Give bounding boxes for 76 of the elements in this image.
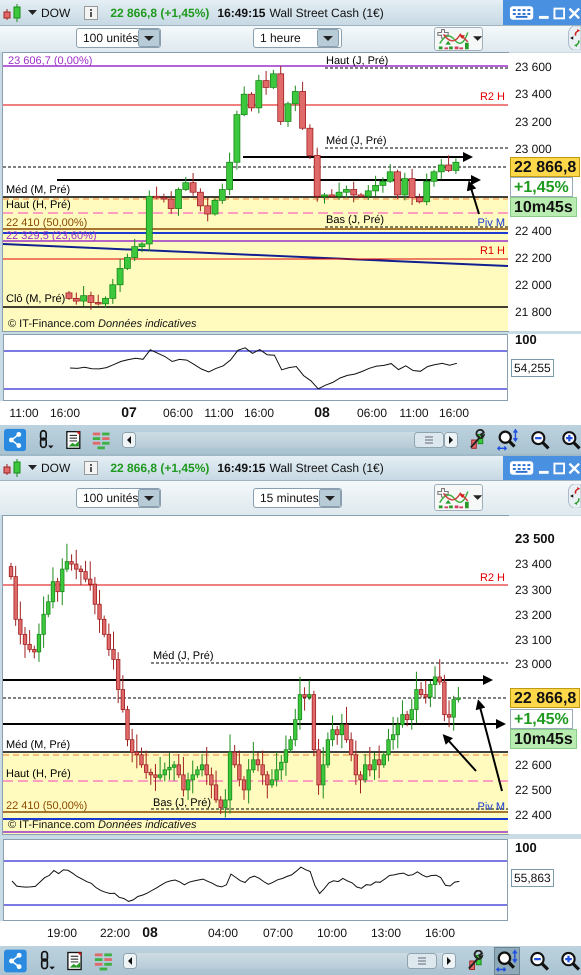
level-label: Haut (H, Pré) [6,199,71,212]
quantity-dropdown[interactable]: 100 unités [76,488,161,508]
time-tick: 13:00 [370,926,402,940]
price-tick: 23 100 [515,632,552,648]
symbol-label: DOW [41,6,70,20]
level-label: R1 H [480,245,505,258]
level-label: Bas (J, Pré) [153,797,212,810]
symbol-label: DOW [41,461,70,475]
time-tick: 19:00 [46,926,78,940]
time-tick: 06:00 [162,406,194,420]
price-tick: 23 400 [515,556,552,572]
oscillator-tick: 100 [515,332,537,348]
price-tick: 22 400 [515,223,552,239]
price-tick: 21 800 [515,304,552,320]
source-credit: © IT-Finance.com Données indicatives [8,318,196,331]
price-tick: 23 300 [515,582,552,598]
time-label: 16:49:15 [217,461,266,475]
countdown-tag: 10m45s [510,729,577,749]
price-tick: 23 200 [515,114,552,130]
price-tick: 22 600 [515,757,552,773]
level-label: 22 410 (50,00%) [6,800,88,813]
time-tick: 11:00 [399,406,429,420]
price-tick: 22 200 [515,250,552,266]
level-label: Méd (M, Pré) [6,739,70,752]
time-tick: 16:00 [424,926,456,940]
instrument-name: Wall Street Cash (1€) [269,461,384,475]
level-label: R2 H [480,91,505,104]
time-tick: 11:00 [204,406,234,420]
change-tag: +1,45% [510,709,573,729]
level-label: 22 410 (50,00%) [6,217,88,230]
time-tick: 07:00 [262,926,294,940]
level-label: Clô (M, Pré) [6,293,66,306]
time-tick: 22:00 [100,926,130,940]
time-tick: 08 [314,404,330,420]
time-tick: 07 [121,404,137,420]
price-tag: 22 866,8 [510,157,580,177]
time-tick: 11:00 [9,406,39,420]
oscillator-value: 55,863 [511,869,554,887]
level-label: Haut (H, Pré) [6,768,71,781]
level-label: Piv M [478,217,505,230]
interval-dropdown[interactable]: 1 heure [253,28,342,48]
price-tick: 23 500 [515,531,555,547]
time-tick: 06:00 [356,406,388,420]
oscillator-tick: 100 [515,840,537,856]
level-label: Méd (J, Pré) [326,135,387,148]
price-tick: 22 500 [515,782,552,798]
level-label: Méd (M, Pré) [6,184,70,197]
time-tick: 16:00 [50,406,80,420]
oscillator-value: 54,255 [511,359,554,377]
price-tick: 23 400 [515,86,552,102]
price-tick: 23 600 [515,59,552,75]
time-tick: 08 [142,924,158,940]
price-tag: 22 866,8 [510,688,580,708]
level-label: Bas (J, Pré) [326,214,384,227]
time-tick: 16:00 [244,406,274,420]
source-credit: © IT-Finance.com Données indicatives [8,819,196,832]
level-label: 23 606,7 (0,00%) [8,55,92,68]
quantity-dropdown[interactable]: 100 unités [76,28,161,48]
quote-label: 22 866,8 (+1,45%) [110,461,210,475]
price-tick: 23 000 [515,656,552,672]
level-label: R2 H [480,572,505,585]
price-tick: 22 000 [515,277,552,293]
level-label: Haut (J, Pré) [326,55,388,68]
price-tick: 22 400 [515,807,552,823]
time-tick: 10:00 [316,926,348,940]
level-label: Méd (J, Pré) [153,650,214,663]
time-label: 16:49:15 [217,6,266,20]
price-tick: 23 000 [515,141,552,157]
instrument-name: Wall Street Cash (1€) [269,6,384,20]
interval-dropdown[interactable]: 15 minutes [253,488,342,508]
time-tick: 16:00 [438,406,470,420]
price-tick: 23 200 [515,607,552,623]
change-tag: +1,45% [510,177,573,197]
countdown-tag: 10m45s [510,197,577,217]
quote-label: 22 866,8 (+1,45%) [110,6,210,20]
time-tick: 04:00 [208,926,238,940]
